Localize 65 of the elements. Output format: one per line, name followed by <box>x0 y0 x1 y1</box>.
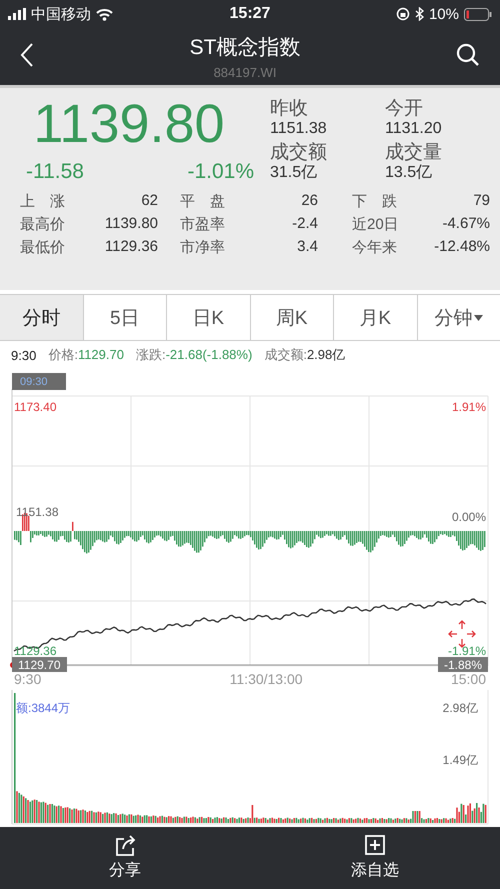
axis-label: 1129.36 <box>14 644 56 658</box>
carrier-name: 中国移动 <box>31 4 91 24</box>
info-field: 成交额:2.98亿 <box>264 346 346 364</box>
stat-label: 昨收 <box>270 98 309 120</box>
axis-label: 2.98亿 <box>442 700 478 717</box>
stat-label: 上 涨 <box>20 192 66 211</box>
plus-square-icon <box>364 835 386 856</box>
last-price: 1139.80 <box>33 94 225 154</box>
battery-icon <box>464 8 492 20</box>
stat-label: 最高价 <box>20 215 66 234</box>
signal-icon <box>8 8 26 20</box>
stat-label: 市盈率 <box>179 215 226 234</box>
stat-value: 1129.36 <box>104 238 158 257</box>
stat-value: 1151.38 <box>270 120 328 138</box>
chart-tab[interactable]: 分时 <box>0 295 84 340</box>
price-change: -11.58 <box>26 160 84 184</box>
percent-change: -1.01% <box>187 160 254 184</box>
stat-value: -4.67% <box>441 215 490 234</box>
move-icon <box>448 620 476 648</box>
status-time: 15:27 <box>230 5 270 23</box>
info-field: 涨跌:-21.68(-1.88%) <box>136 346 252 364</box>
stat-value: 79 <box>472 192 490 211</box>
stat-label: 市净率 <box>179 238 226 257</box>
add-watchlist-button[interactable]: 添自选 <box>315 827 435 889</box>
axis-label: 1151.38 <box>16 505 58 519</box>
cursor-percent-tag: -1.88% <box>438 657 488 672</box>
page-title: ST概念指数 <box>190 35 300 61</box>
time-tag: 09:30 <box>12 373 66 390</box>
stat-label: 成交额 <box>270 142 328 164</box>
caret-icon <box>474 314 484 320</box>
stat-label: 平 盘 <box>179 192 226 211</box>
share-button[interactable]: 分享 <box>65 827 185 889</box>
time-axis-label: 11:30/13:00 <box>230 671 303 687</box>
stat-label: 下 跌 <box>351 192 398 211</box>
axis-label: -1.91% <box>448 644 486 658</box>
stat-label: 近20日 <box>351 215 398 234</box>
wifi-icon <box>96 8 113 20</box>
stat-label: 最低价 <box>20 238 66 257</box>
stat-label: 今开 <box>385 98 424 120</box>
stat-value: 26 <box>300 192 318 211</box>
stat-value: 62 <box>140 192 158 211</box>
volume-label: 额:3844万 <box>16 700 70 717</box>
stat-value: -2.4 <box>291 215 318 234</box>
cursor-price-tag: 1129.70 <box>12 657 66 672</box>
stat-value: 13.5亿 <box>385 164 434 182</box>
stat-value: -12.48% <box>433 238 490 257</box>
time-axis-label: 15:00 <box>450 671 486 687</box>
stat-label: 今年来 <box>351 238 398 257</box>
stat-label: 成交量 <box>385 142 443 164</box>
axis-label: 1.49亿 <box>442 752 478 769</box>
rotation-lock-icon <box>396 7 410 21</box>
info-time: 9:30 <box>11 348 36 362</box>
index-code: 884197.WI <box>214 65 276 80</box>
time-axis-label: 9:30 <box>14 671 42 687</box>
stat-value: 1131.20 <box>385 120 443 138</box>
axis-label: 1173.40 <box>14 400 56 414</box>
battery-percent: 10% <box>428 6 459 22</box>
stat-value: 31.5亿 <box>270 164 318 182</box>
stat-value: 3.4 <box>296 238 318 257</box>
share-icon <box>114 835 136 856</box>
axis-label: 1.91% <box>452 400 486 414</box>
stat-value: 1139.80 <box>104 215 158 234</box>
axis-label: 0.00% <box>452 510 486 524</box>
info-field: 价格:1129.70 <box>48 346 124 364</box>
bluetooth-icon <box>414 7 424 21</box>
